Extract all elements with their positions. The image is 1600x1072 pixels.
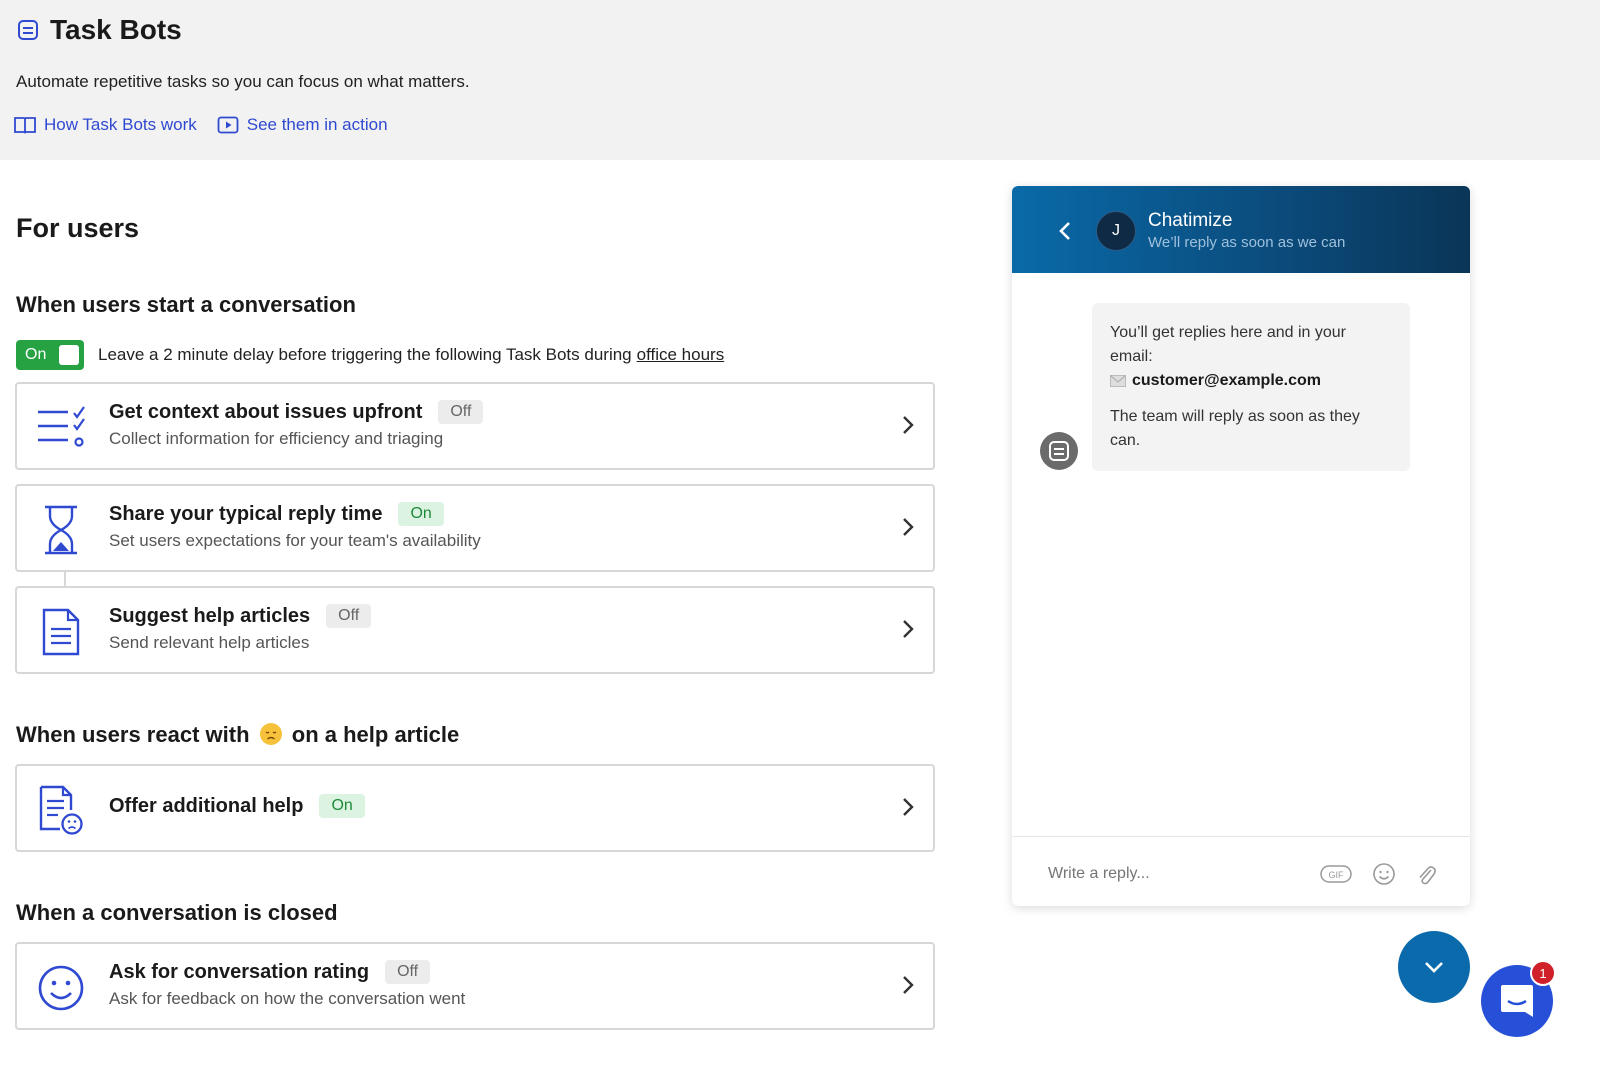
- reply-input[interactable]: [1048, 865, 1308, 883]
- office-hours-link[interactable]: office hours: [637, 345, 725, 365]
- sad-document-icon: [35, 784, 87, 836]
- group-title-react: When users react with on a help article: [16, 722, 459, 748]
- link-label: See them in action: [246, 115, 388, 134]
- attachment-icon[interactable]: [1416, 862, 1436, 886]
- email-row: customer@example.com: [1110, 369, 1392, 393]
- status-badge: Off: [438, 400, 484, 424]
- group-title-after: on a help article: [291, 722, 460, 747]
- bot-card-get-context[interactable]: Get context about issues upfront Off Col…: [15, 382, 935, 470]
- gif-icon[interactable]: GIF: [1320, 864, 1352, 884]
- messenger-app-name: Chatimize: [1148, 210, 1233, 231]
- bot-name: Share your typical reply time: [109, 502, 383, 525]
- help-links: How Task Bots work See them in action: [14, 115, 408, 135]
- link-label: How Task Bots work: [44, 115, 197, 134]
- avatar: J: [1096, 211, 1136, 251]
- see-them-in-action-link[interactable]: See them in action: [217, 115, 388, 135]
- document-icon: [35, 606, 87, 658]
- toggle-knob: [59, 345, 79, 365]
- status-badge: Off: [326, 604, 372, 628]
- status-badge: On: [398, 502, 444, 526]
- chevron-right-icon: [901, 414, 915, 441]
- delay-setting: On Leave a 2 minute delay before trigger…: [16, 340, 724, 370]
- section-title: For users: [16, 213, 140, 243]
- card-connector: [64, 572, 66, 586]
- bot-name: Ask for conversation rating: [109, 960, 370, 983]
- title-row: Task Bots: [16, 14, 182, 46]
- status-badge: Off: [385, 960, 431, 984]
- bot-card-conversation-rating[interactable]: Ask for conversation rating Off Ask for …: [15, 942, 935, 1030]
- how-task-bots-work-link[interactable]: How Task Bots work: [14, 115, 197, 135]
- toggle-label: On: [25, 346, 47, 363]
- hourglass-icon: [35, 504, 87, 556]
- bot-message: You’ll get replies here and in your emai…: [1092, 303, 1410, 471]
- group-title-before: When users react with: [16, 722, 250, 747]
- chevron-right-icon: [901, 974, 915, 1001]
- group-title-closed: When a conversation is closed: [16, 900, 338, 925]
- message-line: You’ll get replies here and in your emai…: [1110, 324, 1347, 365]
- group-title-start: When users start a conversation: [16, 292, 356, 317]
- smiley-icon: [35, 962, 87, 1014]
- message-line: The team will reply as soon as they can.: [1110, 408, 1360, 449]
- disappointed-emoji-icon: [259, 723, 282, 745]
- notification-badge: 1: [1530, 960, 1556, 986]
- book-icon: [14, 117, 36, 134]
- bot-description: Set users expectations for your team's a…: [109, 531, 481, 550]
- back-arrow-icon[interactable]: [1058, 220, 1072, 247]
- bot-avatar-icon: [1040, 432, 1078, 470]
- chevron-right-icon: [901, 618, 915, 645]
- status-badge: On: [319, 794, 365, 818]
- chevron-down-icon: [1425, 962, 1443, 973]
- bot-name: Suggest help articles: [109, 604, 311, 627]
- envelope-icon: [1110, 375, 1126, 387]
- page-title: Task Bots: [50, 14, 182, 45]
- bot-name: Get context about issues upfront: [109, 400, 423, 423]
- user-email: customer@example.com: [1132, 372, 1322, 389]
- chevron-right-icon: [901, 516, 915, 543]
- page-subtitle: Automate repetitive tasks so you can foc…: [16, 72, 470, 91]
- bot-description: Ask for feedback on how the conversation…: [109, 989, 466, 1008]
- page-header: Task Bots Automate repetitive tasks so y…: [0, 0, 1600, 160]
- collapse-messenger-button[interactable]: [1398, 931, 1470, 1003]
- delay-toggle[interactable]: On: [16, 340, 84, 370]
- bot-name: Offer additional help: [109, 794, 304, 817]
- bot-card-help-articles[interactable]: Suggest help articles Off Send relevant …: [15, 586, 935, 674]
- bot-description: Collect information for efficiency and t…: [109, 429, 444, 448]
- chevron-right-icon: [901, 796, 915, 823]
- composer: GIF: [1012, 836, 1470, 906]
- emoji-icon[interactable]: [1372, 862, 1396, 886]
- checklist-icon: [35, 402, 87, 454]
- play-icon: [217, 116, 239, 134]
- chat-bubble-icon: [1501, 985, 1533, 1017]
- messenger-subtitle: We’ll reply as soon as we can: [1148, 234, 1346, 251]
- messenger-header: J Chatimize We’ll reply as soon as we ca…: [1012, 186, 1470, 273]
- task-bot-icon: [16, 18, 40, 42]
- bot-card-additional-help[interactable]: Offer additional help On: [15, 764, 935, 852]
- bot-card-reply-time[interactable]: Share your typical reply time On Set use…: [15, 484, 935, 572]
- messenger-preview: J Chatimize We’ll reply as soon as we ca…: [1012, 186, 1470, 906]
- bot-description: Send relevant help articles: [109, 633, 310, 652]
- delay-text: Leave a 2 minute delay before triggering…: [98, 345, 632, 364]
- gif-label: GIF: [1329, 870, 1345, 880]
